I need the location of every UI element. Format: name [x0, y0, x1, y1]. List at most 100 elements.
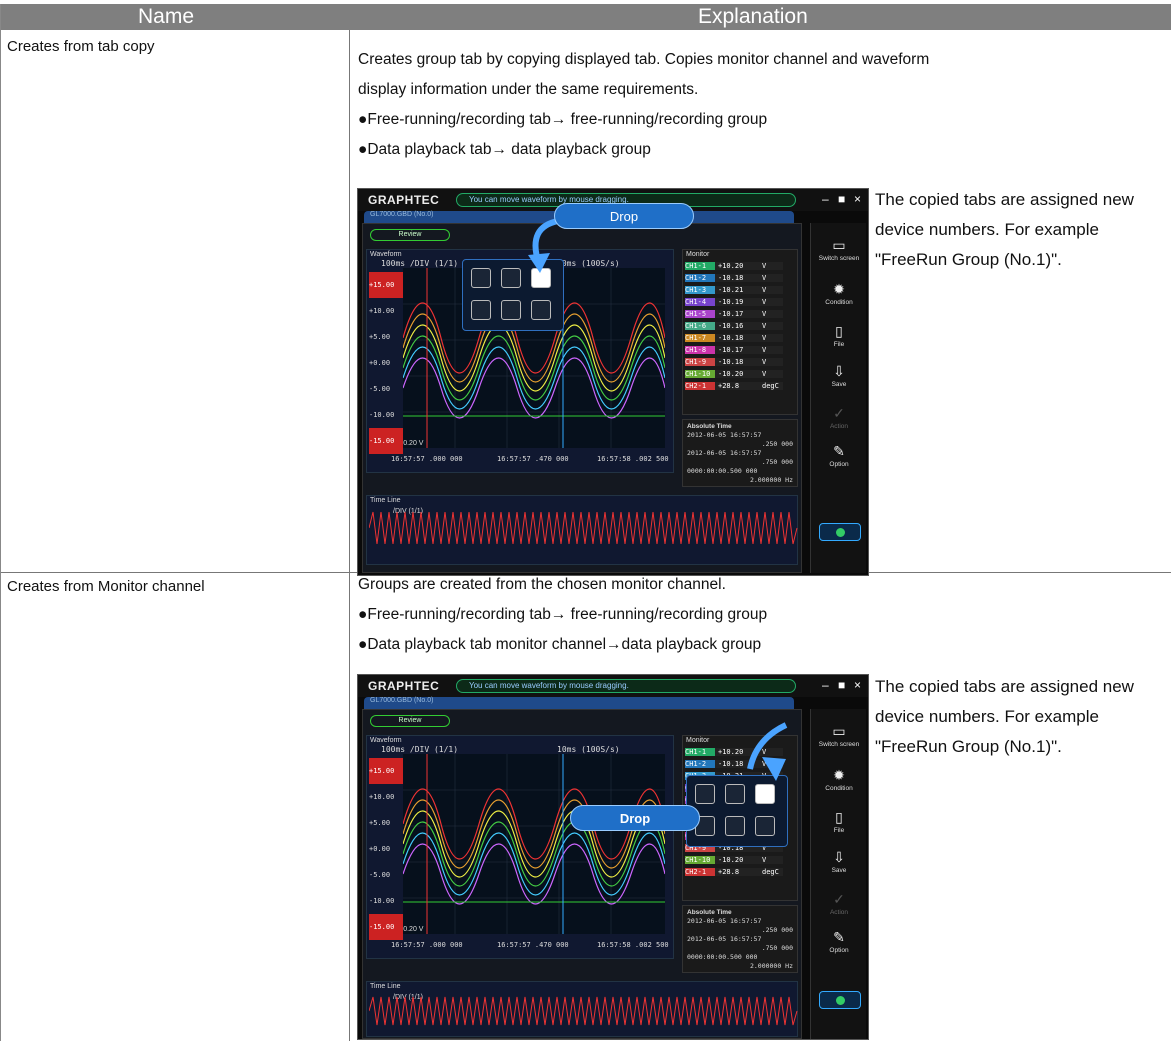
y-axis-labels: +15.00 +10.00 +5.00 +0.00 -5.00 -10.00 -… — [369, 272, 403, 454]
trash-icon[interactable] — [755, 816, 775, 836]
merge-h-icon[interactable] — [471, 300, 491, 320]
split-h-icon[interactable] — [695, 784, 715, 804]
abs-title: Absolute Time — [687, 909, 732, 916]
action-button[interactable]: ✓ Action — [811, 405, 867, 430]
timeline-panel[interactable]: Time Line /DIV (1/1) — [366, 981, 798, 1037]
monitor-channel: CH1-5 — [685, 310, 715, 318]
rate-label: 10ms (100S/s) — [557, 745, 620, 754]
monitor-row[interactable]: CH1-3-10.21V — [685, 286, 789, 297]
close-icon[interactable]: × — [854, 678, 861, 692]
abs-line: .250 000 — [761, 440, 793, 448]
y-label: +10.00 — [369, 793, 395, 801]
file-icon: ▯ — [835, 809, 843, 825]
condition-button[interactable]: ✹ Condition — [811, 767, 867, 792]
side-label: Option — [829, 947, 849, 954]
save-icon: ⇩ — [833, 363, 845, 379]
explanation-line: display information under the same requi… — [358, 81, 699, 98]
save-button[interactable]: ⇩ Save — [811, 363, 867, 388]
maximize-icon[interactable]: ■ — [838, 192, 845, 206]
review-button[interactable]: Review — [370, 229, 450, 241]
monitor-row[interactable]: CH1-7-10.18V — [685, 334, 789, 345]
minimize-icon[interactable]: – — [822, 192, 829, 206]
file-button[interactable]: ▯ File — [811, 809, 867, 834]
monitor-channel: CH1-6 — [685, 322, 715, 330]
monitor-row[interactable]: CH1-10 -10.20 V — [685, 856, 789, 867]
check-icon: ✓ — [833, 405, 845, 421]
side-label: Condition — [825, 785, 853, 792]
option-button[interactable]: ✎ Option — [811, 929, 867, 954]
explanation-line: ●Free-running/recording tab→ free-runnin… — [358, 606, 768, 623]
y-label: +10.00 — [369, 307, 395, 315]
timeline-wave — [369, 511, 798, 545]
monitor-row[interactable]: CH1-5-10.17V — [685, 310, 789, 321]
abs-line: 2012-06-05 16:57:57 — [687, 449, 762, 457]
absolute-time-panel: Absolute Time 2012-06-05 16:57:57 .250 0… — [682, 419, 798, 487]
monitor-value: +28.8 — [715, 382, 759, 390]
device-tab[interactable]: GL7000.GBD (No.0) — [364, 697, 794, 709]
wrench-icon: ✎ — [833, 929, 845, 945]
close-icon[interactable]: × — [854, 192, 861, 206]
side-label: Switch screen — [818, 741, 860, 748]
monitor-channel: CH1-1 — [685, 262, 715, 270]
monitor-row[interactable]: CH1-8-10.17V — [685, 346, 789, 357]
side-label: Action — [829, 909, 849, 916]
start-button[interactable] — [819, 523, 861, 541]
review-button[interactable]: Review — [370, 715, 450, 727]
abs-line: .250 000 — [761, 926, 793, 934]
monitor-unit: V — [759, 856, 783, 864]
trash-icon[interactable] — [531, 300, 551, 320]
explanation-line: Groups are created from the chosen monit… — [358, 576, 726, 593]
monitor-row[interactable]: CH1-10 -10.20 V — [685, 370, 789, 381]
action-button[interactable]: ✓ Action — [811, 891, 867, 916]
side-label: Save — [831, 867, 847, 874]
monitor-title: Monitor — [686, 737, 710, 744]
monitor-channel: CH1-9 — [685, 358, 715, 366]
maximize-icon[interactable]: ■ — [838, 678, 845, 692]
waveform-grid[interactable] — [402, 754, 666, 934]
time-label: 16:57:58 .002 500 — [597, 941, 669, 949]
monitor-row[interactable]: CH2-1 +28.8 degC — [685, 868, 789, 879]
start-button[interactable] — [819, 991, 861, 1009]
y-label: -10.00 — [369, 411, 395, 419]
screenshot-monitor-channel: GRAPHTEC You can move waveform by mouse … — [357, 674, 869, 1040]
monitor-row[interactable]: CH1-1 +10.20 V — [685, 262, 789, 273]
merge-v-icon[interactable] — [501, 300, 521, 320]
monitor-channel: CH1-10 — [685, 856, 715, 864]
wrench-icon: ✎ — [833, 443, 845, 459]
monitor-row[interactable]: CH1-4-10.19V — [685, 298, 789, 309]
timeline-panel[interactable]: Time Line /DIV (1/1) — [366, 495, 798, 565]
monitor-row[interactable]: CH2-1 +28.8 degC — [685, 382, 789, 393]
time-label: 16:57:57 .000 000 — [391, 941, 463, 949]
side-label: Switch screen — [818, 255, 860, 262]
monitor-row[interactable]: CH1-2 -10.18 V — [685, 274, 789, 285]
monitor-unit: V — [759, 346, 783, 354]
condition-button[interactable]: ✹ Condition — [811, 281, 867, 306]
switch-screen-button[interactable]: ▭ Switch screen — [811, 237, 867, 262]
monitor-channel: CH1-3 — [685, 286, 715, 294]
waveform-svg — [402, 754, 666, 934]
abs-line: 0000:00:00.500 000 — [687, 953, 758, 961]
screenshot-tab-copy: GRAPHTEC You can move waveform by mouse … — [357, 188, 869, 576]
waveform-panel: Waveform 100ms /DIV (1/1) 10ms (100S/s) — [366, 735, 674, 959]
y-label: -10.00 — [369, 897, 395, 905]
monitor-row[interactable]: CH1-6-10.16V — [685, 322, 789, 333]
file-icon: ▯ — [835, 323, 843, 339]
time-label: 16:57:57 .470 000 — [497, 455, 569, 463]
monitor-channel: CH1-1 — [685, 748, 715, 756]
split-h-icon[interactable] — [471, 268, 491, 288]
monitor-title: Monitor — [686, 251, 710, 258]
save-button[interactable]: ⇩ Save — [811, 849, 867, 874]
monitor-unit: V — [759, 262, 783, 270]
switch-screen-button[interactable]: ▭ Switch screen — [811, 723, 867, 748]
row-name-monitor-channel: Creates from Monitor channel — [7, 578, 205, 595]
div-label: 100ms /DIV (1/1) — [381, 259, 459, 268]
minimize-icon[interactable]: – — [822, 678, 829, 692]
monitor-value: +28.8 — [715, 868, 759, 876]
monitor-row[interactable]: CH1-9 -10.18 V — [685, 358, 789, 369]
monitor-value: -10.17 — [715, 310, 759, 318]
option-button[interactable]: ✎ Option — [811, 443, 867, 468]
start-icon — [836, 996, 845, 1005]
merge-v-icon[interactable] — [725, 816, 745, 836]
row-note-monitor-channel: The copied tabs are assigned new device … — [875, 677, 1134, 756]
file-button[interactable]: ▯ File — [811, 323, 867, 348]
